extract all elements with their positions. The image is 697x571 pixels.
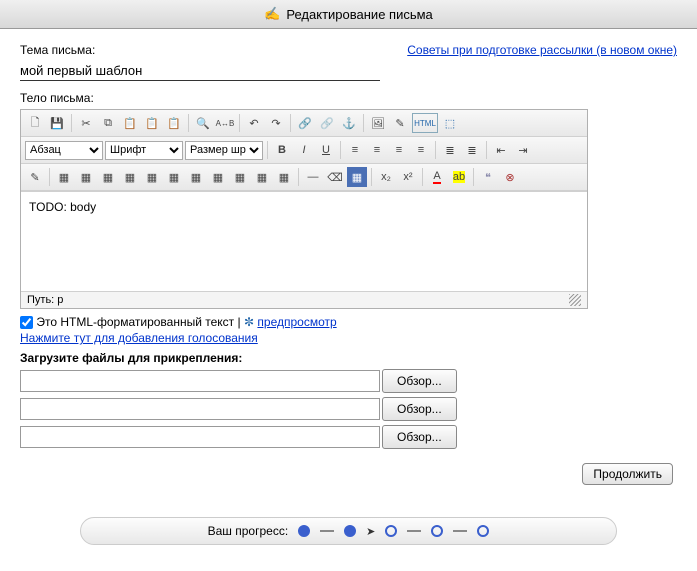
merge-cells-icon[interactable]: ▦ [274,167,294,187]
file-path-input-3[interactable] [20,426,380,448]
paragraph-format-select[interactable]: Абзац [25,141,103,160]
progress-step-3-icon [385,525,397,537]
toggle-guidelines-icon[interactable]: ▦ [347,167,367,187]
insert-col-before-icon[interactable]: ▦ [186,167,206,187]
resize-grip-icon[interactable] [569,294,581,306]
paste-word-icon[interactable]: 📋 [164,113,184,133]
arrow-icon: ➤ [366,525,375,538]
bullet-list-icon[interactable]: ≣ [440,140,460,160]
subject-label: Тема письма: [20,43,95,57]
editor-path-label: Путь: p [27,294,63,306]
tips-link[interactable]: Советы при подготовке рассылки (в новом … [407,43,677,57]
number-list-icon[interactable]: ≣ [462,140,482,160]
subscript-icon[interactable]: x₂ [376,167,396,187]
progress-step-4-icon [431,525,443,537]
italic-icon[interactable]: I [294,140,314,160]
html-format-checkbox[interactable] [20,316,33,329]
progress-indicator: Ваш прогресс: ➤ [80,517,617,545]
text-color-icon[interactable]: A [427,167,447,187]
html-source-button[interactable]: HTML [412,113,438,133]
align-justify-icon[interactable]: ≡ [411,140,431,160]
paste-icon[interactable]: 📋 [120,113,140,133]
progress-step-2-icon [344,525,356,537]
anchor-icon[interactable]: ⚓ [339,113,359,133]
edit-icon: ✍ [264,6,280,22]
page-title: Редактирование письма [286,7,432,22]
paste-text-icon[interactable]: 📋 [142,113,162,133]
help-icon[interactable]: ⬚ [440,113,460,133]
image-icon[interactable]: 🖼 [368,113,388,133]
subject-input[interactable] [20,61,380,81]
html-format-label: Это HTML-форматированный текст [36,315,234,329]
edit-style-icon[interactable]: ✎ [25,167,45,187]
continue-button[interactable]: Продолжить [582,463,673,485]
file-path-input-1[interactable] [20,370,380,392]
table-cell-props-icon[interactable]: ▦ [98,167,118,187]
browse-button-1[interactable]: Обзор... [382,369,457,393]
cut-icon[interactable]: ✂ [76,113,96,133]
upload-label: Загрузите файлы для прикрепления: [20,351,677,365]
page-header: ✍ Редактирование письма [0,0,697,29]
body-label: Тело письма: [20,91,677,105]
progress-label: Ваш прогресс: [208,524,289,538]
outdent-icon[interactable]: ⇤ [491,140,511,160]
add-voting-link[interactable]: Нажмите тут для добавления голосования [20,331,258,345]
file-path-input-2[interactable] [20,398,380,420]
preview-link[interactable]: предпросмотр [257,315,336,329]
delete-row-icon[interactable]: ▦ [164,167,184,187]
rich-text-editor: 🗋 💾 ✂ ⧉ 📋 📋 📋 🔍 A↔B ↶ ↷ 🔗 🔗 ⚓ 🖼 ✎ HTML ⬚ [20,109,588,309]
indent-icon[interactable]: ⇥ [513,140,533,160]
table-row-props-icon[interactable]: ▦ [76,167,96,187]
insert-row-after-icon[interactable]: ▦ [142,167,162,187]
find-icon[interactable]: 🔍 [193,113,213,133]
copy-icon[interactable]: ⧉ [98,113,118,133]
redo-icon[interactable]: ↷ [266,113,286,133]
font-size-select[interactable]: Размер шри [185,141,263,160]
save-icon[interactable]: 💾 [47,113,67,133]
unlink-icon[interactable]: 🔗 [317,113,337,133]
split-cells-icon[interactable]: ▦ [252,167,272,187]
progress-step-5-icon [477,525,489,537]
bold-icon[interactable]: B [272,140,292,160]
browse-button-2[interactable]: Обзор... [382,397,457,421]
browse-button-3[interactable]: Обзор... [382,425,457,449]
background-color-icon[interactable]: ab [449,167,469,187]
asterisk-icon: ✼ [244,315,254,329]
blockquote-icon[interactable]: ❝ [478,167,498,187]
font-family-select[interactable]: Шрифт [105,141,183,160]
remove-format-icon[interactable]: ⌫ [325,167,345,187]
undo-icon[interactable]: ↶ [244,113,264,133]
cleanup-icon[interactable]: ✎ [390,113,410,133]
insert-col-after-icon[interactable]: ▦ [208,167,228,187]
align-right-icon[interactable]: ≡ [389,140,409,160]
align-left-icon[interactable]: ≡ [345,140,365,160]
insert-table-icon[interactable]: ▦ [54,167,74,187]
replace-icon[interactable]: A↔B [215,113,235,133]
link-icon[interactable]: 🔗 [295,113,315,133]
superscript-icon[interactable]: x² [398,167,418,187]
spellcheck-icon[interactable]: ⊗ [500,167,520,187]
editor-content[interactable]: TODO: body [21,191,587,291]
new-doc-icon[interactable]: 🗋 [25,113,45,133]
delete-col-icon[interactable]: ▦ [230,167,250,187]
progress-step-1-icon [298,525,310,537]
hr-icon[interactable]: — [303,167,323,187]
align-center-icon[interactable]: ≡ [367,140,387,160]
insert-row-before-icon[interactable]: ▦ [120,167,140,187]
underline-icon[interactable]: U [316,140,336,160]
